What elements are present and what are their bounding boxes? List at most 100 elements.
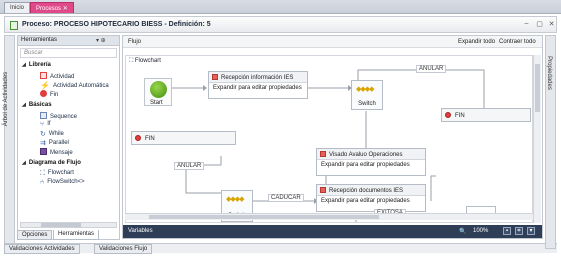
category-diagrama-flujo-label: Diagrama de Flujo: [28, 160, 81, 166]
tab-procesos[interactable]: Procesos ✕: [30, 2, 74, 13]
window-title: Proceso: PROCESO HIPOTECARIO BIESS - Def…: [22, 21, 211, 28]
variables-tab[interactable]: Variables: [128, 228, 153, 234]
tool-actividad-label: Actividad: [50, 74, 75, 80]
category-libreria[interactable]: ◢ Librería: [22, 62, 51, 71]
stop-icon: [445, 112, 451, 118]
tool-mensaje[interactable]: Mensaje: [40, 148, 73, 157]
tool-sequence[interactable]: Sequence: [40, 112, 77, 121]
switch-node-top[interactable]: ◆◆◆◆ Switch: [351, 80, 383, 110]
category-basicas[interactable]: ◢ Básicas: [22, 102, 52, 111]
tool-actividad-automatica[interactable]: ⚡ Actividad Automática: [40, 81, 109, 90]
condition-anular-top: ANULAR: [416, 65, 447, 73]
tool-actividad-automatica-label: Actividad Automática: [52, 83, 109, 89]
designer-header: Flujo Expandir todo Contraer todo: [123, 36, 542, 48]
collapse-triangle-icon[interactable]: ◢: [22, 62, 26, 68]
activity-title: Visado Avaluo Operaciones: [329, 152, 403, 158]
fin-label: FIN: [455, 113, 465, 119]
activity-icon: [320, 151, 326, 157]
branch-icon: ⑂: [40, 121, 45, 128]
tool-actividad[interactable]: Actividad: [40, 72, 74, 81]
tool-if[interactable]: ⑂ If: [40, 121, 51, 130]
tab-opciones[interactable]: Opciones: [17, 230, 53, 240]
fin-node-left[interactable]: FIN: [131, 131, 236, 145]
tool-while[interactable]: ↻ While: [40, 130, 64, 139]
activity-body: Expandir para editar propiedades: [321, 162, 410, 168]
tab-validaciones-flujo[interactable]: Validaciones Flujo: [94, 244, 153, 254]
activity-body: Expandir para editar propiedades: [321, 198, 410, 204]
workflow-designer: Flujo Expandir todo Contraer todo ⛶ Flow…: [122, 35, 543, 239]
sequence-icon: [40, 112, 47, 119]
switch-label: Switch: [358, 101, 376, 107]
switch-diamonds-icon: ◆◆◆◆: [356, 86, 375, 93]
maximize-button[interactable]: ▢: [535, 20, 544, 30]
fin-label: FIN: [145, 136, 155, 142]
activity-visado-avaluo[interactable]: Visado Avaluo Operaciones Expandir para …: [316, 148, 426, 176]
tab-close-icon[interactable]: ✕: [63, 6, 68, 12]
activity-tree-side-tab[interactable]: Árbol de Actividades: [3, 35, 15, 249]
tab-validaciones-actividades[interactable]: Validaciones Actividades: [4, 244, 80, 254]
collapse-triangle-icon[interactable]: ◢: [22, 102, 26, 108]
tools-panel: Herramientas ▾ ⊕ Buscar ◢ Librería Activi…: [17, 35, 120, 240]
tool-parallel-label: Parallel: [48, 140, 69, 146]
scrollbar-thumb[interactable]: [535, 64, 540, 112]
activity-icon: [40, 72, 47, 79]
tab-inicio[interactable]: Inicio: [4, 2, 31, 13]
activity-recepcion-documentos[interactable]: Recepción documentos IES Expandir para e…: [316, 184, 426, 212]
activity-recepcion-informacion[interactable]: Recepción información IES Expandir para …: [208, 71, 308, 99]
tool-flowchart[interactable]: ⛶ Flowchart: [40, 170, 74, 179]
switch-diamonds-icon: ◆◆◆◆: [226, 196, 245, 203]
tool-flowswitch[interactable]: ⑃ FlowSwitch<>: [40, 179, 85, 188]
designer-vertical-scrollbar[interactable]: [533, 55, 541, 223]
collapse-triangle-icon[interactable]: ◢: [22, 160, 26, 166]
tool-fin-label: Fin: [50, 92, 59, 98]
close-button[interactable]: ✕: [547, 20, 556, 30]
tool-parallel[interactable]: ⇉ Parallel: [40, 139, 69, 148]
fin-node-right[interactable]: FIN: [441, 108, 531, 122]
start-circle-icon: [150, 81, 167, 98]
collapse-all-link[interactable]: Contraer todo: [499, 39, 536, 45]
activity-icon: [320, 187, 326, 193]
condition-caducar: CADUCAR: [268, 194, 304, 202]
variables-bar: Variables 🔍 100% ▪ ⌗ ▾: [123, 225, 542, 238]
parallel-icon: ⇉: [40, 140, 46, 147]
flowswitch-icon: ⑃: [40, 179, 45, 186]
properties-side-tab[interactable]: Propiedades: [545, 35, 556, 249]
fit-to-screen-button[interactable]: ▪: [503, 227, 511, 235]
tool-fin[interactable]: Fin: [40, 90, 58, 99]
stop-icon: [40, 90, 47, 97]
message-icon: [40, 148, 47, 155]
activity-body: Expandir para editar propiedades: [213, 85, 302, 91]
tools-panel-title: Herramientas: [21, 37, 58, 43]
tool-while-label: While: [48, 131, 64, 137]
pin-icon[interactable]: ▾ ⊕: [96, 37, 106, 44]
minimap-button[interactable]: ▾: [527, 227, 535, 235]
activity-icon: [212, 74, 218, 80]
scrollbar-thumb[interactable]: [41, 223, 81, 227]
activity-title: Recepción documentos IES: [329, 188, 404, 194]
tab-herramientas[interactable]: Herramientas: [53, 230, 100, 240]
minimize-button[interactable]: –: [522, 20, 531, 30]
tab-procesos-label: Procesos: [36, 6, 62, 12]
zoom-icon[interactable]: 🔍: [459, 228, 466, 235]
tool-flowswitch-label: FlowSwitch<>: [47, 179, 85, 185]
tool-flowchart-label: Flowchart: [47, 170, 74, 176]
tools-horizontal-scrollbar[interactable]: [20, 222, 117, 228]
flowchart-canvas[interactable]: ⛶ Flowchart Start Recepción información …: [125, 55, 533, 223]
window-titlebar: Proceso: PROCESO HIPOTECARIO BIESS - Def…: [4, 16, 557, 33]
tool-if-label: If: [47, 121, 51, 127]
process-document-icon: [10, 21, 18, 30]
designer-horizontal-scrollbar[interactable]: [125, 213, 533, 220]
category-basicas-label: Básicas: [28, 102, 52, 108]
scrollbar-thumb[interactable]: [149, 215, 379, 219]
overview-button[interactable]: ⌗: [515, 227, 523, 235]
tools-search-input[interactable]: Buscar: [20, 48, 117, 58]
loop-icon: ↻: [40, 131, 46, 138]
activity-tree-side-tab-label: Árbol de Actividades: [3, 71, 10, 127]
zoom-level[interactable]: 100%: [473, 228, 488, 234]
top-tab-bar: Inicio Procesos ✕: [0, 0, 561, 14]
designer-title: Flujo: [128, 39, 142, 45]
category-diagrama-flujo[interactable]: ◢ Diagrama de Flujo: [22, 160, 81, 169]
start-label: Start: [150, 100, 163, 106]
expand-all-link[interactable]: Expandir todo: [458, 39, 495, 45]
category-libreria-label: Librería: [28, 62, 51, 68]
